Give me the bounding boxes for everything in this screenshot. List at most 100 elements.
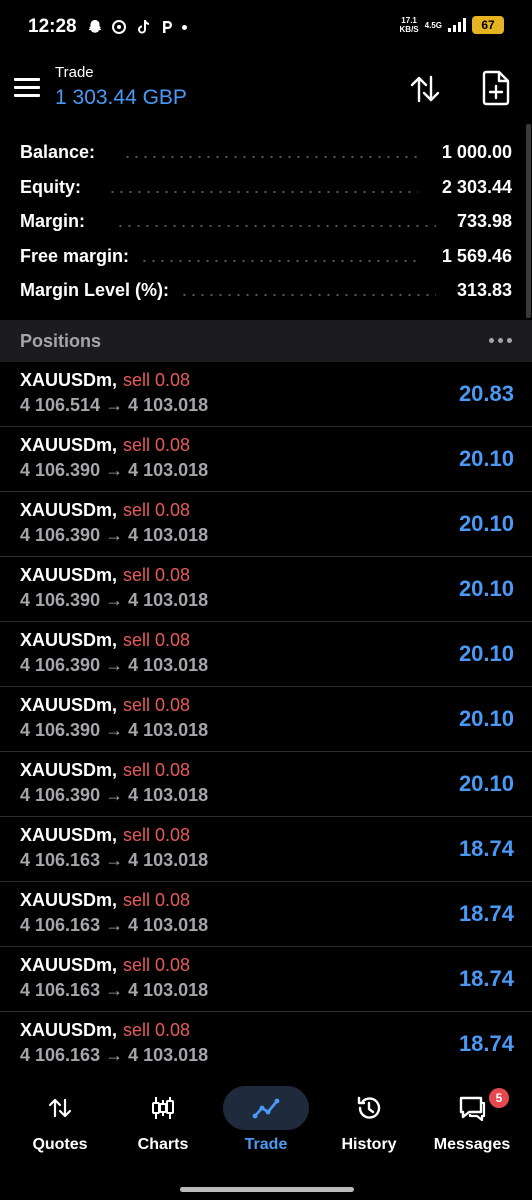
messages-badge: 5 (489, 1088, 509, 1108)
summary-value: 733.98 (456, 211, 512, 232)
position-symbol: XAUUSDm, (20, 955, 118, 975)
summary-label: Free margin: (20, 245, 130, 266)
positions-list[interactable]: XAUUSDm, sell 0.08 4 106.514 → 4 103.018 20… (0, 362, 532, 1062)
summary-value: 2 303.44 (441, 176, 512, 197)
position-row[interactable]: XAUUSDm, sell 0.08 4 106.163 → 4 103.018 18… (0, 1012, 532, 1062)
battery-level: 67 (481, 18, 495, 32)
position-symbol: XAUUSDm, (20, 435, 118, 455)
p-app-icon (158, 18, 176, 36)
nav-messages[interactable]: 5 Messages (419, 1074, 525, 1174)
position-prices: 4 106.163 → 4 103.018 (20, 915, 209, 935)
summary-label: Equity: (20, 176, 81, 197)
more-icon-dot (489, 338, 494, 343)
position-row[interactable]: XAUUSDm, sell 0.08 4 106.390 → 4 103.018 20… (0, 622, 532, 687)
more-notifications-icon (182, 24, 187, 30)
nav-messages-label: Messages (433, 1136, 511, 1153)
whatsapp-icon (110, 18, 128, 36)
menu-icon-bar (14, 94, 40, 97)
nav-charts[interactable]: Charts (110, 1074, 216, 1174)
signal-icon (448, 18, 466, 32)
position-profit: 20.10 (458, 511, 514, 536)
summary-row: Free margin: 1 569.46 (0, 240, 532, 274)
nav-history[interactable]: History (316, 1074, 422, 1174)
position-profit: 20.10 (458, 771, 514, 796)
position-symbol: XAUUSDm, (20, 370, 118, 390)
trade-icon (252, 1098, 280, 1119)
position-profit: 20.83 (458, 381, 514, 406)
app-header: Trade 1 303.44 GBP (0, 56, 532, 126)
position-row[interactable]: XAUUSDm, sell 0.08 4 106.163 → 4 103.018 18… (0, 882, 532, 947)
home-indicator[interactable] (180, 1187, 354, 1192)
position-profit: 18.74 (458, 901, 514, 926)
network-type: 4.5G (425, 21, 442, 30)
position-symbol: XAUUSDm, (20, 565, 118, 585)
position-row[interactable]: XAUUSDm, sell 0.08 4 106.163 → 4 103.018 18… (0, 947, 532, 1012)
battery-icon: 67 (472, 16, 504, 34)
bottom-navigation: Quotes Charts Trade History 5 Messages (0, 1074, 532, 1174)
summary-row: Balance: 1 000.00 (0, 136, 532, 170)
position-side-volume: sell 0.08 (123, 890, 191, 910)
summary-row: Margin Level (%): 313.83 (0, 274, 532, 308)
position-prices: 4 106.163 → 4 103.018 (20, 980, 209, 1000)
scrollbar[interactable] (526, 124, 531, 318)
position-profit: 18.74 (458, 966, 514, 991)
more-icon-dot (498, 338, 503, 343)
network-speed-value: 17.1 (401, 16, 417, 25)
position-row[interactable]: XAUUSDm, sell 0.08 4 106.390 → 4 103.018 20… (0, 752, 532, 817)
position-side-volume: sell 0.08 (123, 1020, 191, 1040)
dotted-leader (180, 294, 436, 297)
dotted-leader (108, 190, 418, 193)
more-options-button[interactable] (489, 338, 512, 343)
summary-label: Balance: (20, 142, 96, 162)
position-prices: 4 106.390 → 4 103.018 (20, 460, 209, 480)
position-profit: 20.10 (458, 576, 514, 601)
position-profit: 18.74 (458, 836, 514, 861)
sort-button[interactable] (408, 72, 442, 106)
dotted-leader (123, 156, 418, 158)
position-prices: 4 106.163 → 4 103.018 (20, 1045, 209, 1062)
nav-history-label: History (341, 1136, 397, 1153)
nav-trade[interactable]: Trade (213, 1074, 319, 1174)
menu-button[interactable] (14, 78, 40, 100)
account-summary: Balance: 1 000.00 Equity: 2 303.44 Margin: 73… (0, 136, 532, 318)
status-time: 12:28 (28, 16, 77, 37)
position-prices: 4 106.390 → 4 103.018 (20, 590, 209, 610)
summary-value: 1 569.46 (441, 245, 512, 266)
position-row[interactable]: XAUUSDm, sell 0.08 4 106.390 → 4 103.018 20… (0, 427, 532, 492)
position-row[interactable]: XAUUSDm, sell 0.08 4 106.390 → 4 103.018 20… (0, 492, 532, 557)
summary-value: 313.83 (456, 280, 512, 301)
nav-quotes[interactable]: Quotes (7, 1074, 113, 1174)
network-speed-unit: KB/S (399, 25, 419, 34)
page-title: Trade (55, 64, 94, 81)
position-symbol: XAUUSDm, (20, 695, 118, 715)
position-symbol: XAUUSDm, (20, 760, 118, 780)
position-side-volume: sell 0.08 (123, 370, 191, 390)
position-row[interactable]: XAUUSDm, sell 0.08 4 106.514 → 4 103.018 20… (0, 362, 532, 427)
position-prices: 4 106.514 → 4 103.018 (20, 395, 209, 415)
dotted-leader (116, 225, 436, 228)
position-side-volume: sell 0.08 (123, 695, 191, 715)
charts-icon (152, 1097, 174, 1119)
positions-title: Positions (20, 331, 102, 351)
position-row[interactable]: XAUUSDm, sell 0.08 4 106.163 → 4 103.018 18… (0, 817, 532, 882)
position-prices: 4 106.390 → 4 103.018 (20, 655, 209, 675)
new-order-button[interactable] (480, 70, 512, 106)
position-prices: 4 106.163 → 4 103.018 (20, 850, 209, 870)
position-prices: 4 106.390 → 4 103.018 (20, 785, 209, 805)
summary-value: 1 000.00 (441, 142, 512, 162)
position-symbol: XAUUSDm, (20, 1020, 118, 1040)
summary-row: Margin: 733.98 (0, 205, 532, 239)
position-row[interactable]: XAUUSDm, sell 0.08 4 106.390 → 4 103.018 20… (0, 557, 532, 622)
position-prices: 4 106.390 → 4 103.018 (20, 525, 209, 545)
summary-row: Equity: 2 303.44 (0, 171, 532, 205)
position-side-volume: sell 0.08 (123, 825, 191, 845)
position-side-volume: sell 0.08 (123, 760, 191, 780)
menu-icon-bar (14, 86, 40, 89)
position-side-volume: sell 0.08 (123, 955, 191, 975)
position-symbol: XAUUSDm, (20, 630, 118, 650)
dotted-leader (140, 259, 418, 262)
menu-icon-bar (14, 78, 40, 81)
new-document-icon (482, 70, 510, 106)
position-row[interactable]: XAUUSDm, sell 0.08 4 106.390 → 4 103.018 20… (0, 687, 532, 752)
nav-quotes-label: Quotes (32, 1136, 88, 1153)
